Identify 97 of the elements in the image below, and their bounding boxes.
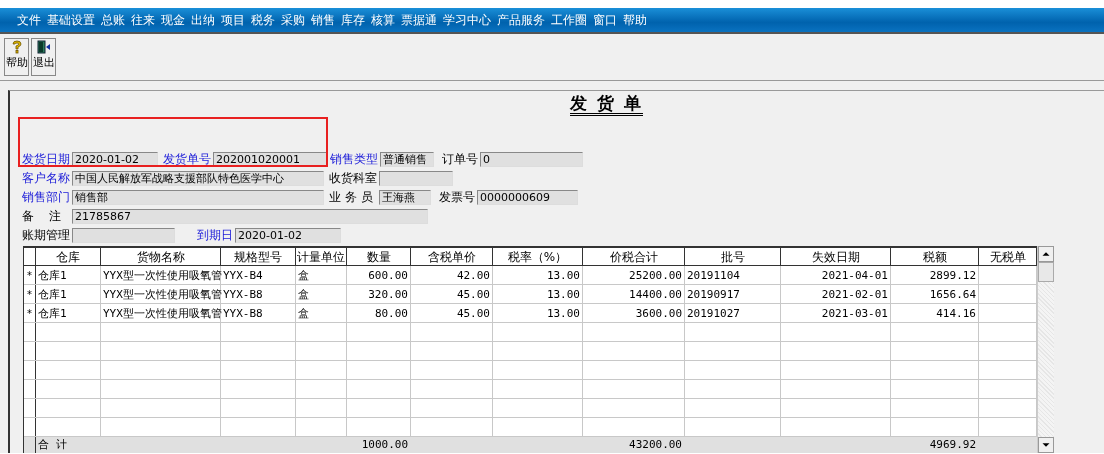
field-label: 订单号	[442, 151, 478, 168]
input-field[interactable]: 普通销售	[380, 152, 434, 167]
document-title: 发 货 单	[570, 93, 643, 116]
table-cell: YYX型一次性使用吸氧管	[101, 266, 221, 284]
table-cell: YYX-B8	[221, 285, 296, 303]
field-label: 客户名称	[22, 170, 70, 187]
menu-item[interactable]: 文件	[14, 11, 44, 29]
menu-item[interactable]: 窗口	[590, 11, 620, 29]
table-cell: 320.00	[347, 285, 411, 303]
question-mark-icon	[10, 40, 23, 54]
column-header[interactable]: 税额	[891, 248, 979, 265]
table-cell: YYX型一次性使用吸氧管	[101, 304, 221, 322]
menu-item[interactable]: 票据通	[398, 11, 440, 29]
input-field[interactable]: 王海燕	[379, 190, 431, 205]
menu-item[interactable]: 核算	[368, 11, 398, 29]
menu-item[interactable]: 往来	[128, 11, 158, 29]
menu-item[interactable]: 帮助	[620, 11, 650, 29]
table-cell: 600.00	[347, 266, 411, 284]
table-cell: 4969.92	[891, 437, 979, 453]
table-cell: 盒	[296, 266, 347, 284]
table-cell: 2021-04-01	[781, 266, 891, 284]
table-cell: 20191027	[685, 304, 781, 322]
table-cell: 2021-03-01	[781, 304, 891, 322]
menu-item[interactable]: 工作圈	[548, 11, 590, 29]
table-cell: 1656.64	[891, 285, 979, 303]
column-header[interactable]: 含税单价	[411, 248, 493, 265]
input-field[interactable]: 2020-01-02	[235, 228, 341, 243]
input-field[interactable]: 0	[480, 152, 583, 167]
input-field[interactable]	[72, 228, 175, 243]
table-cell: 盒	[296, 285, 347, 303]
column-header[interactable]: 税率（%）	[493, 248, 583, 265]
field-label: 发票号	[439, 189, 475, 206]
table-cell: 2899.12	[891, 266, 979, 284]
column-header[interactable]: 规格型号	[221, 248, 296, 265]
scrollbar[interactable]	[1037, 246, 1054, 453]
table-cell: 仓库1	[36, 285, 101, 303]
table-cell: YYX-B8	[221, 304, 296, 322]
field-label: 业 务 员	[329, 189, 374, 206]
input-field[interactable]	[379, 171, 453, 186]
column-header[interactable]: 批号	[685, 248, 781, 265]
table-cell: YYX-B4	[221, 266, 296, 284]
column-header[interactable]: 价税合计	[583, 248, 685, 265]
toolbar-button[interactable]: 退出	[31, 38, 56, 76]
table-cell: 80.00	[347, 304, 411, 322]
field-label: 发货日期	[22, 151, 70, 168]
menu-item[interactable]: 学习中心	[440, 11, 494, 29]
menu-item[interactable]: 产品服务	[494, 11, 548, 29]
table-cell: 3600.00	[583, 304, 685, 322]
table-cell: 45.00	[411, 304, 493, 322]
table-cell: 43200.00	[583, 437, 685, 453]
menu-item[interactable]: 项目	[218, 11, 248, 29]
input-field[interactable]: 21785867	[72, 209, 428, 224]
column-header[interactable]: 计量单位	[296, 248, 347, 265]
field-label: 销售类型	[330, 151, 378, 168]
table-cell: 414.16	[891, 304, 979, 322]
input-field[interactable]: 销售部	[72, 190, 324, 205]
menu-item[interactable]: 现金	[158, 11, 188, 29]
table-cell: 13.00	[493, 304, 583, 322]
field-label: 账期管理	[22, 227, 70, 244]
table-cell: YYX型一次性使用吸氧管	[101, 285, 221, 303]
scroll-down-icon[interactable]	[1038, 437, 1054, 453]
table-cell: 42.00	[411, 266, 493, 284]
table-cell: 45.00	[411, 285, 493, 303]
menu-item[interactable]: 税务	[248, 11, 278, 29]
scroll-up-icon[interactable]	[1038, 246, 1054, 262]
input-field[interactable]: 中国人民解放军战略支援部队特色医学中心	[72, 171, 324, 186]
menu-item[interactable]: 采购	[278, 11, 308, 29]
menu-item[interactable]: 基础设置	[44, 11, 98, 29]
menu-item[interactable]: 销售	[308, 11, 338, 29]
menu-item[interactable]: 库存	[338, 11, 368, 29]
input-field[interactable]: 0000000609	[477, 190, 578, 205]
column-header[interactable]: 货物名称	[101, 248, 221, 265]
scrollbar-thumb[interactable]	[1038, 262, 1054, 282]
field-label: 销售部门	[22, 189, 70, 206]
table-cell: 25200.00	[583, 266, 685, 284]
table-cell: 盒	[296, 304, 347, 322]
table-cell: 仓库1	[36, 266, 101, 284]
field-label: 收货科室	[329, 170, 377, 187]
column-header[interactable]: 失效日期	[781, 248, 891, 265]
table-cell: 20190917	[685, 285, 781, 303]
column-header[interactable]: 数量	[347, 248, 411, 265]
table-cell: 1000.00	[347, 437, 411, 453]
column-header[interactable]: 仓库	[36, 248, 101, 265]
field-label: 到期日	[197, 227, 233, 244]
toolbar-button[interactable]: 帮助	[4, 38, 29, 76]
menu-item[interactable]: 总账	[98, 11, 128, 29]
table-cell: 仓库1	[36, 304, 101, 322]
table-cell: 2021-02-01	[781, 285, 891, 303]
door-exit-icon	[36, 40, 51, 54]
menu-item[interactable]: 出纳	[188, 11, 218, 29]
table-cell: 20191104	[685, 266, 781, 284]
field-label: 备 注	[22, 208, 63, 225]
table-cell: 13.00	[493, 285, 583, 303]
total-label: 合 计	[36, 437, 101, 453]
table-cell: 14400.00	[583, 285, 685, 303]
table-cell: 13.00	[493, 266, 583, 284]
field-label: 发货单号	[163, 151, 211, 168]
